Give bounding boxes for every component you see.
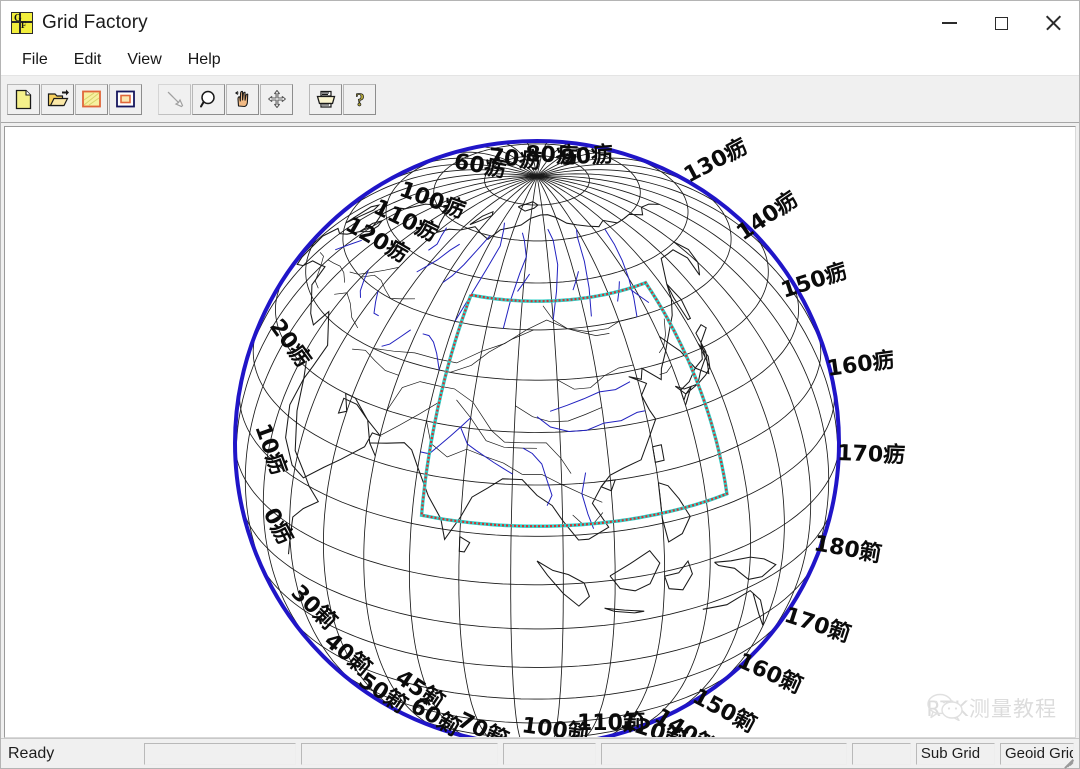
status-pane-3 — [503, 742, 597, 765]
toolbar-separator-2 — [294, 99, 309, 100]
close-icon — [1045, 15, 1061, 31]
client-area: 130疬 140疬 150疬 160疬 170疬 180箣 170箣 160箣 150箣 140箣… — [1, 123, 1079, 738]
window-controls — [923, 1, 1079, 45]
close-button[interactable] — [1027, 1, 1079, 45]
toolbar-separator-1 — [143, 99, 158, 100]
menu-item-edit[interactable]: Edit — [61, 48, 115, 72]
open-file-button[interactable] — [41, 83, 74, 115]
magnifier-icon — [199, 90, 215, 108]
menu-bar: File Edit View Help — [1, 45, 1079, 75]
select-tool-button[interactable] — [158, 83, 191, 115]
grid-area-button[interactable] — [75, 83, 108, 115]
longitude-label: 130疬 — [680, 133, 752, 188]
maximize-button[interactable] — [975, 1, 1027, 45]
status-pane-sub-grid: Sub Grid — [915, 742, 995, 765]
maximize-icon — [994, 16, 1008, 30]
longitude-label: 170疬 — [837, 440, 906, 468]
help-button[interactable]: ? — [343, 83, 376, 115]
toolbar-group-output: ? — [309, 83, 377, 115]
svg-text:?: ? — [355, 90, 365, 109]
move-tool-button[interactable] — [260, 83, 293, 115]
status-bar: Ready Sub Grid Geoid Grid — [1, 738, 1079, 769]
resize-grip-icon[interactable] — [1061, 751, 1077, 769]
longitude-label: 140疬 — [732, 186, 803, 246]
toolbar: ? — [1, 75, 1079, 123]
menu-item-view[interactable]: View — [114, 48, 174, 72]
framed-rect-icon — [116, 90, 135, 108]
globe-orthographic-projection: 130疬140疬150疬160疬170疬180箣170箣160箣150箣140箣… — [233, 133, 906, 737]
grid-factory-icon: G F — [11, 12, 33, 34]
print-button[interactable] — [309, 83, 342, 115]
pointer-arrow-icon — [167, 91, 183, 108]
longitude-label: 170箣 — [781, 602, 854, 648]
menu-item-help[interactable]: Help — [175, 48, 234, 72]
icon-letter-f: F — [21, 20, 27, 30]
globe-map-view[interactable]: 130疬 140疬 150疬 160疬 170疬 180箣 170箣 160箣 150箣 140箣… — [4, 126, 1076, 738]
longitude-label: 160箣 — [734, 648, 807, 699]
longitude-label: 160疬 — [825, 347, 896, 382]
status-pane-2 — [300, 742, 499, 765]
yellow-rect-icon — [82, 90, 101, 108]
status-pane-4 — [601, 742, 847, 765]
move-arrows-icon — [267, 89, 286, 109]
toolbar-group-tools — [158, 83, 294, 115]
question-mark-icon: ? — [354, 90, 365, 109]
status-pane-1 — [144, 742, 296, 765]
grid-factory-window: G F Grid Factory File Edit View Help ? 1… — [0, 0, 1080, 769]
graticule-label: 90疬 — [560, 141, 614, 171]
minimize-icon — [941, 22, 957, 24]
minimize-button[interactable] — [923, 1, 975, 45]
new-file-button[interactable] — [7, 83, 40, 115]
menu-item-file[interactable]: File — [9, 48, 61, 72]
window-title: Grid Factory — [42, 12, 148, 33]
new-document-icon — [15, 89, 31, 109]
title-bar-left: G F Grid Factory — [1, 12, 148, 34]
open-folder-icon — [47, 89, 69, 107]
status-ready-text: Ready — [8, 744, 55, 762]
status-pane-5 — [851, 742, 911, 765]
title-bar: G F Grid Factory — [1, 1, 1079, 45]
printer-icon — [316, 90, 335, 108]
longitude-label: 180箣 — [812, 530, 883, 567]
zoom-tool-button[interactable] — [192, 83, 225, 115]
hand-icon — [234, 90, 248, 108]
sub-grid-button[interactable] — [109, 83, 142, 115]
toolbar-group-file — [7, 83, 143, 115]
longitude-label: 150疬 — [778, 258, 851, 304]
pan-hand-button[interactable] — [226, 83, 259, 115]
